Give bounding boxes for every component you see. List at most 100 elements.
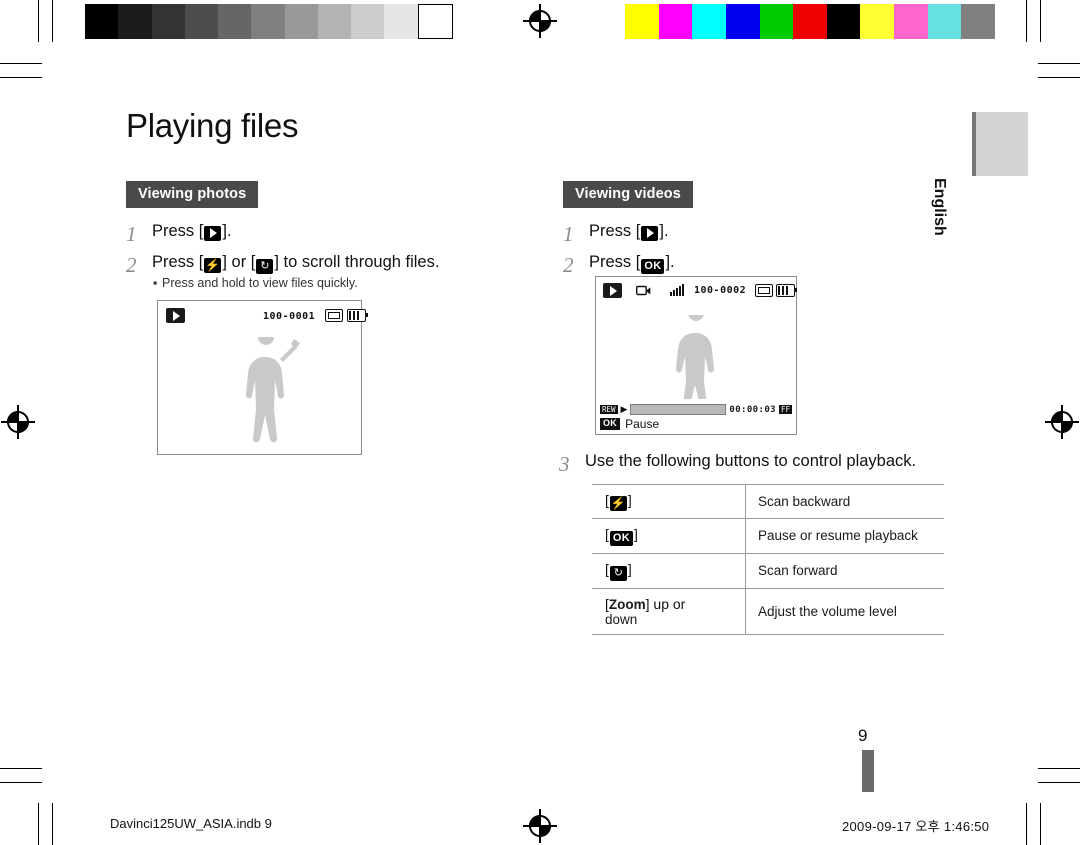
person-silhouette <box>676 315 714 403</box>
signal-bars-icon <box>670 284 684 296</box>
progress-track <box>630 404 727 415</box>
step-text: Press [⚡] or [↻] to scroll through files… <box>152 253 439 274</box>
step-text: Press []. <box>589 222 669 241</box>
playback-button-table: [⚡] Scan backward [OK] Pause or resume p… <box>592 484 944 635</box>
bracket-close: ] up or <box>645 595 686 612</box>
crop-mark <box>1040 803 1041 845</box>
playback-control-bar: REW ▶ 00:00:03 FF OK Pause <box>596 399 796 434</box>
button-key-cell: [Zoom] up or down <box>592 588 746 635</box>
crop-mark <box>0 768 42 769</box>
button-description: Adjust the volume level <box>745 588 944 635</box>
step-text-after: ]. <box>222 222 232 240</box>
lcd-preview-photo: 100-0001 <box>157 300 368 455</box>
crop-mark <box>1026 803 1027 845</box>
play-marker-icon: ▶ <box>620 404 628 414</box>
bracket-open: [ <box>605 560 609 577</box>
step-text-part-3: ] to scroll through files. <box>274 253 440 271</box>
registration-mark-right <box>1045 405 1079 439</box>
step-1-right: 1 Press []. <box>563 222 669 245</box>
step-2-right: 2 Press [OK]. <box>563 253 675 276</box>
battery-icon <box>776 284 797 297</box>
step-number: 2 <box>563 253 574 277</box>
bullet-dot: ▪ <box>153 276 158 290</box>
status-label: Pause <box>625 417 660 431</box>
timecode: 00:00:03 <box>729 404 776 415</box>
crop-mark <box>1038 782 1080 783</box>
step-1-left: 1 Press []. <box>126 222 232 245</box>
button-description: Pause or resume playback <box>745 518 944 554</box>
step-text-after: ]. <box>665 253 675 271</box>
battery-icon <box>347 309 368 322</box>
crop-mark <box>52 803 53 845</box>
registration-mark-bottom <box>523 809 557 843</box>
ok-badge: OK <box>600 418 621 430</box>
crop-mark <box>38 803 39 845</box>
play-icon <box>641 225 659 241</box>
crop-mark <box>1038 77 1080 78</box>
step-text-part-2: ] or [ <box>222 253 256 271</box>
side-tab-label: English <box>931 178 948 236</box>
crop-mark <box>0 77 42 78</box>
step-3-right: 3 Use the following buttons to control p… <box>559 452 1029 475</box>
zoom-key-label: Zoom <box>608 596 646 612</box>
crop-mark <box>38 0 39 42</box>
button-description: Scan backward <box>745 484 944 519</box>
step-text-before: Press [ <box>152 222 204 240</box>
footer-filename: Davinci125UW_ASIA.indb 9 <box>110 816 272 831</box>
tip-text: Press and hold to view files quickly. <box>162 276 358 290</box>
color-calibration-bar <box>625 4 996 39</box>
crop-mark <box>0 782 42 783</box>
crop-mark <box>1038 63 1080 64</box>
side-tab-block <box>972 112 1028 176</box>
button-key-cell: [⚡] <box>592 484 746 519</box>
ok-key-icon: OK <box>609 530 633 546</box>
progress-row: REW ▶ 00:00:03 FF <box>600 403 792 416</box>
table-row: [OK] Pause or resume playback <box>592 518 944 554</box>
file-number: 100-0001 <box>263 311 316 322</box>
grayscale-calibration-bar <box>85 4 453 39</box>
page-number: 9 <box>858 726 868 745</box>
registration-mark-left <box>1 405 35 439</box>
page-number-bar <box>862 750 874 792</box>
step-number: 3 <box>559 452 570 476</box>
registration-mark-top <box>523 4 557 38</box>
step-text-before: Press [ <box>589 222 641 240</box>
play-icon <box>204 225 222 241</box>
step-text-after: ]. <box>659 222 669 240</box>
bracket-open: [ <box>605 492 609 508</box>
step-number: 1 <box>563 222 574 246</box>
button-description: Scan forward <box>745 553 944 589</box>
file-number: 100-0002 <box>694 285 747 296</box>
step-text: Press [OK]. <box>589 253 675 274</box>
step-number: 2 <box>126 253 137 277</box>
side-tab-bar <box>972 112 976 176</box>
page-title: Playing files <box>126 107 299 144</box>
bracket-close: ] <box>634 525 638 542</box>
ff-badge: FF <box>778 404 792 415</box>
crop-mark <box>0 63 42 64</box>
tip-bullet: ▪ Press and hold to view files quickly. <box>153 276 358 290</box>
zoom-key-label-second-line: down <box>605 611 638 627</box>
table-row: [Zoom] up or down Adjust the volume leve… <box>592 588 944 635</box>
crop-mark <box>1040 0 1041 42</box>
button-key-cell: [↻] <box>592 553 746 589</box>
movie-icon <box>636 285 651 296</box>
bracket-close: ] <box>627 560 632 577</box>
step-text: Use the following buttons to control pla… <box>585 452 917 470</box>
button-key-cell: [OK] <box>592 518 746 554</box>
play-icon <box>166 308 185 323</box>
timer-icon: ↻ <box>256 259 274 274</box>
crop-mark <box>1038 768 1080 769</box>
bracket-close: ] <box>627 492 632 508</box>
bracket-open: [ <box>605 525 609 542</box>
timer-icon: ↻ <box>609 565 627 581</box>
step-text-part-1: Press [ <box>152 253 204 271</box>
ok-key-icon: OK <box>641 259 665 274</box>
table-row: [⚡] Scan backward <box>592 484 944 519</box>
table-row: [↻] Scan forward <box>592 553 944 589</box>
lcd-preview-video: 100-0002 REW ▶ 00:00:03 FF OK Pause <box>595 276 797 435</box>
flash-icon: ⚡ <box>204 257 222 273</box>
section-heading-viewing-photos: Viewing photos <box>126 181 259 208</box>
section-heading-viewing-videos: Viewing videos <box>563 181 693 208</box>
crop-mark <box>52 0 53 42</box>
